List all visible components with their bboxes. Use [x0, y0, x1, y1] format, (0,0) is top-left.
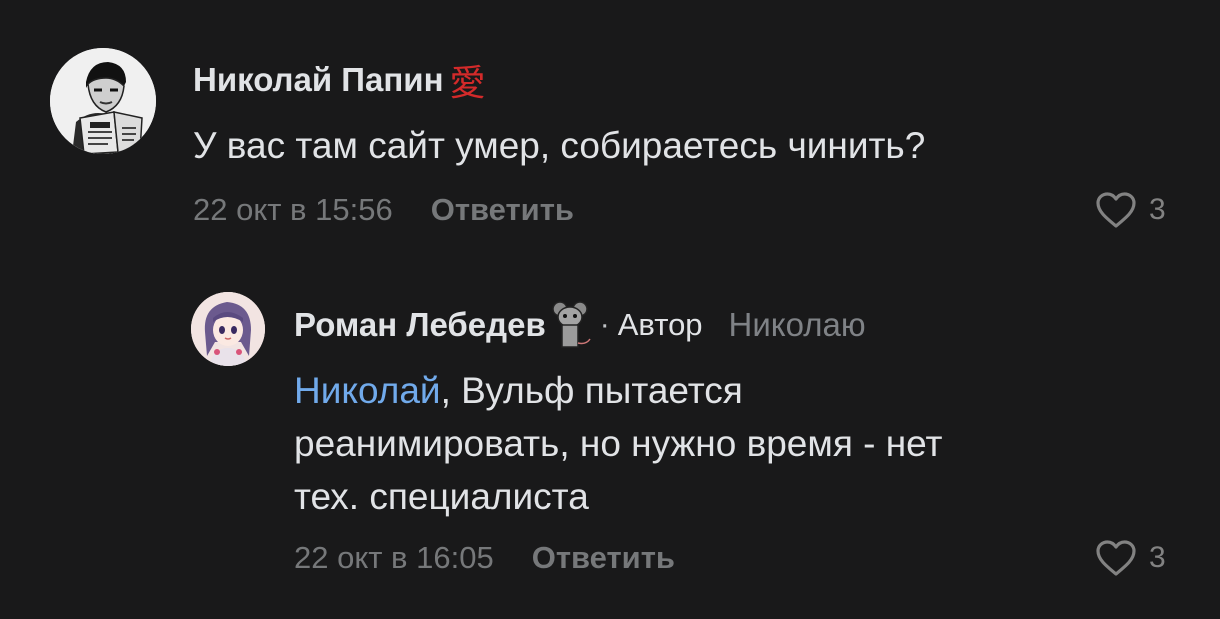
author-emoji: 愛 [449, 63, 486, 104]
heart-outline-icon [1096, 192, 1136, 228]
comment-text-line: реанимировать, но нужно время - нет [294, 423, 943, 464]
avatar[interactable] [191, 292, 265, 366]
comment-text-line: Николай, Вульф пытается [294, 364, 1154, 417]
avatar-image [50, 48, 156, 154]
comment: Николай Папин 愛 У вас там сайт умер, соб… [0, 0, 1220, 250]
author-row: Роман Лебедев · Автор Николаю [294, 300, 866, 350]
role-separator: · [599, 308, 610, 341]
reply-to-name[interactable]: Николаю [729, 306, 866, 344]
comment-meta: 22 окт в 15:56 Ответить [193, 188, 574, 232]
comment-text: У вас там сайт умер, собираетесь чинить? [193, 125, 926, 166]
comment-date[interactable]: 22 окт в 15:56 [193, 192, 393, 228]
reply-comment: Роман Лебедев · Автор Николаю Николай, В… [0, 250, 1220, 619]
like-count: 3 [1149, 541, 1166, 574]
author-role: Автор [617, 307, 703, 342]
author-row: Николай Папин 愛 [193, 58, 486, 104]
like-count: 3 [1149, 193, 1166, 226]
avatar-image [191, 292, 265, 366]
reply-button[interactable]: Ответить [532, 540, 675, 576]
like-button[interactable]: 3 [1095, 536, 1166, 580]
author-name[interactable]: Роман Лебедев [294, 306, 546, 344]
comment-date[interactable]: 22 окт в 16:05 [294, 540, 494, 576]
comment-text: Николай, Вульф пытается реанимировать, н… [294, 364, 1154, 523]
comment-text-part: , Вульф пытается [440, 370, 743, 411]
comment-text-line: тех. специалиста [294, 476, 589, 517]
comment-meta: 22 окт в 16:05 Ответить [294, 536, 675, 580]
avatar[interactable] [50, 48, 156, 154]
like-button[interactable]: 3 [1095, 188, 1166, 232]
mention-link[interactable]: Николай [294, 370, 441, 411]
heart-outline-icon [1096, 540, 1136, 576]
author-name[interactable]: Николай Папин [193, 61, 444, 99]
mouse-sticker-icon [552, 301, 591, 348]
reply-button[interactable]: Ответить [431, 192, 574, 228]
